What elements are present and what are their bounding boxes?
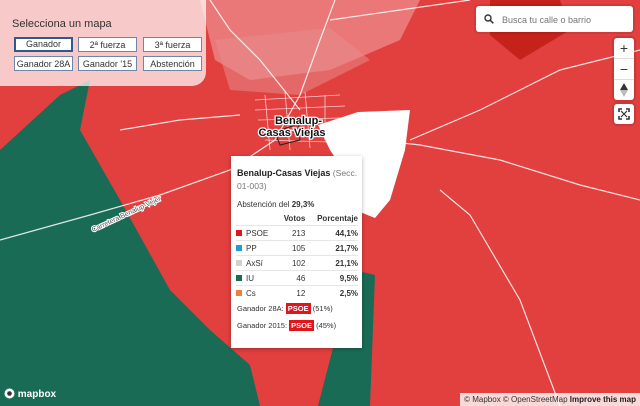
winner-2015-label: Ganador 2015: (237, 321, 288, 330)
votes-cell: 105 (277, 240, 306, 256)
results-table: Votos Porcentaje PSOE 213 44,1% PP 105 21,7% A… (236, 214, 358, 300)
map-button-2a-fuerza[interactable]: 2ª fuerza (78, 37, 137, 52)
map-button-ganador-15[interactable]: Ganador '15 (78, 56, 137, 71)
compass-icon (620, 83, 628, 97)
results-row-axsí: AxSí 102 21,1% (236, 255, 358, 271)
map-button-ganador-28a[interactable]: Ganador 28A (14, 56, 73, 71)
section-popup: Benalup-Casas Viejas (Secc. 01-003) Abst… (231, 156, 362, 348)
popup-abstention: Abstención del 29,3% (237, 200, 314, 209)
percent-cell: 44,1% (305, 225, 358, 241)
map-place-label-2: Casas Viejas (258, 127, 325, 139)
party-color-swatch (236, 275, 242, 282)
results-row-psoe: PSOE 213 44,1% (236, 225, 358, 241)
improve-map-link[interactable]: Improve this map (570, 395, 636, 404)
compass-button[interactable] (614, 80, 634, 100)
party-name: PSOE (246, 228, 269, 238)
results-row-pp: PP 105 21,7% (236, 240, 358, 256)
party-color-swatch (236, 260, 242, 267)
party-cell: PSOE (236, 225, 278, 241)
percent-cell: 21,7% (305, 240, 358, 256)
navigation-control: + − (614, 38, 634, 100)
party-name: IU (246, 273, 254, 283)
party-cell: Cs (236, 285, 278, 300)
results-row-cs: Cs 12 2,5% (236, 285, 358, 300)
party-name: PP (246, 243, 257, 253)
mapbox-logo-icon (4, 388, 15, 399)
search-icon (484, 14, 494, 24)
winner-2015-party: PSOE (289, 320, 314, 331)
results-header-row: Votos Porcentaje (236, 214, 358, 226)
popup-title: Benalup-Casas Viejas (237, 168, 331, 178)
party-color-swatch (236, 230, 242, 237)
popup-title-block: Benalup-Casas Viejas (Secc. 01-003) (237, 167, 359, 193)
abstention-label: Abstención del (237, 200, 290, 209)
percent-cell: 2,5% (305, 285, 358, 300)
map-place-label-1: Benalup- (275, 115, 322, 127)
party-cell: IU (236, 270, 278, 286)
map-button-ganador[interactable]: Ganador (14, 37, 73, 52)
winner-28a: Ganador 28A: PSOE (51%) (237, 303, 333, 314)
search-box[interactable] (476, 6, 633, 32)
party-name: Cs (246, 288, 256, 298)
party-name: AxSí (246, 258, 263, 268)
search-input[interactable] (500, 11, 630, 29)
map-button-3a-fuerza[interactable]: 3ª fuerza (143, 37, 202, 52)
winner-2015-pct: (45%) (316, 321, 337, 330)
party-color-swatch (236, 290, 242, 297)
percent-cell: 9,5% (305, 270, 358, 286)
map-selector-panel: Selecciona un mapa Ganador 2ª fuerza 3ª … (0, 0, 206, 86)
votes-cell: 102 (277, 255, 306, 271)
results-row-iu: IU 46 9,5% (236, 270, 358, 286)
map-button-abstencion[interactable]: Abstención (143, 56, 202, 71)
zoom-out-button[interactable]: − (614, 59, 634, 80)
zoom-in-button[interactable]: + (614, 38, 634, 59)
attribution-mapbox[interactable]: © Mapbox (464, 395, 501, 404)
party-cell: AxSí (236, 255, 278, 271)
winner-2015: Ganador 2015: PSOE (45%) (237, 320, 337, 331)
party-cell: PP (236, 240, 278, 256)
party-color-swatch (236, 245, 242, 252)
header-votes: Votos (283, 214, 306, 223)
mapbox-logo-text: mapbox (17, 389, 57, 400)
fullscreen-control (614, 104, 634, 124)
abstention-value: 29,3% (291, 200, 315, 209)
header-party (236, 214, 277, 226)
fullscreen-button[interactable] (614, 104, 634, 124)
mapbox-logo[interactable]: mapbox (4, 388, 56, 400)
header-percent: Porcentaje (317, 214, 358, 223)
winner-28a-party: PSOE (285, 303, 311, 314)
attribution-osm[interactable]: © OpenStreetMap (503, 395, 568, 404)
votes-cell: 12 (277, 285, 306, 300)
votes-cell: 213 (277, 225, 306, 241)
fullscreen-icon (618, 108, 630, 120)
attribution-bar: © Mapbox © OpenStreetMap Improve this ma… (460, 393, 640, 406)
votes-cell: 46 (277, 270, 306, 286)
map-selector-title: Selecciona un mapa (12, 18, 112, 30)
percent-cell: 21,1% (305, 255, 358, 271)
winner-28a-pct: (51%) (312, 304, 333, 313)
winner-28a-label: Ganador 28A: (237, 304, 284, 313)
